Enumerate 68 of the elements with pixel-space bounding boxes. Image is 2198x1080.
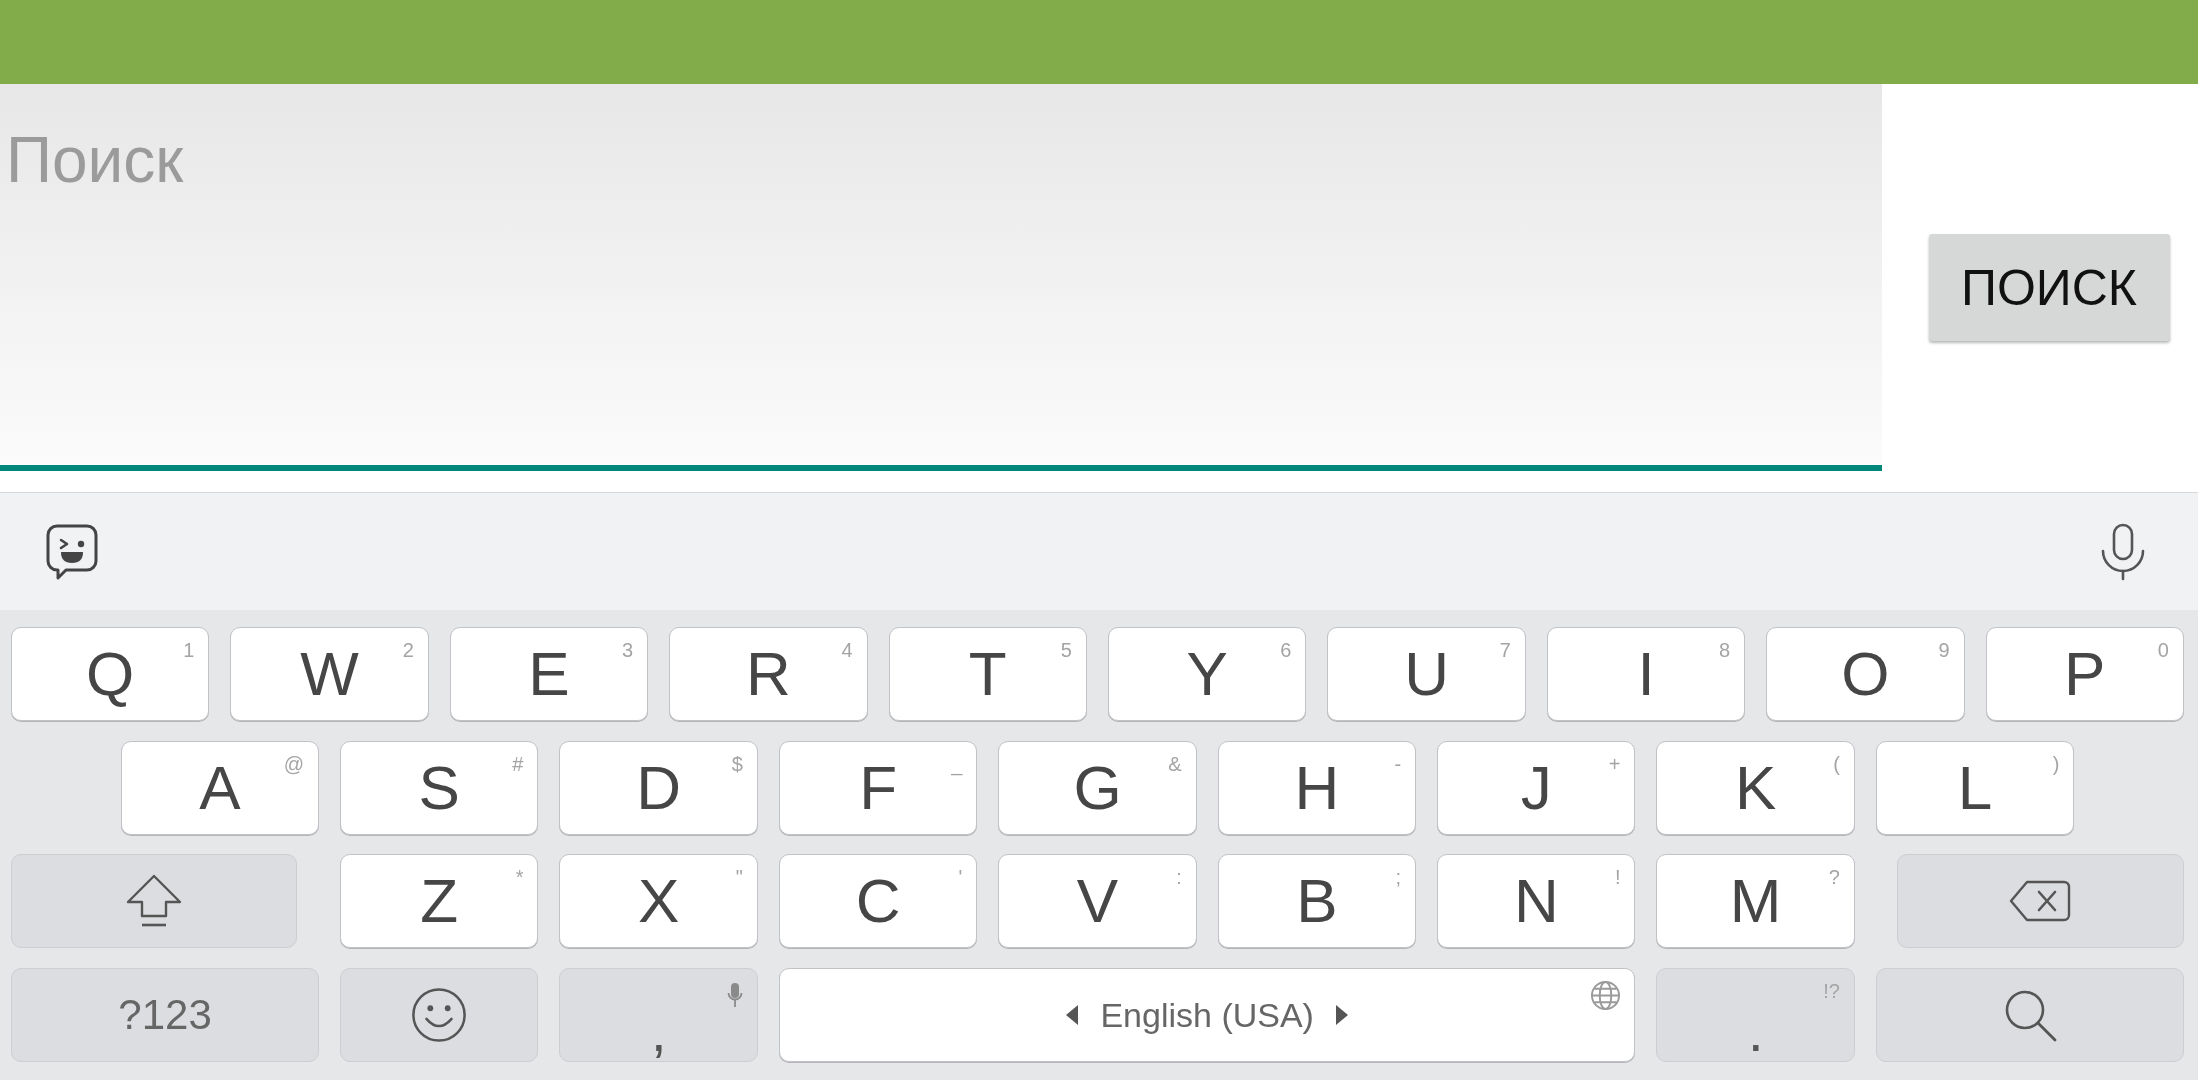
letter-key[interactable]: Z * [340,854,539,948]
key-hint: " [735,867,743,887]
letter-key[interactable]: U 7 [1327,627,1526,721]
key-hint: - [1394,753,1402,774]
letter-key[interactable]: F _ [778,740,978,835]
caret-right-icon [1335,1004,1348,1025]
letter-key[interactable]: D $ [559,740,758,835]
microphone-icon [726,981,743,1008]
key-hint: @ [283,753,305,774]
symbols-key[interactable]: ?123 [11,967,320,1062]
letter-key[interactable]: B ; [1217,854,1417,948]
key-hint: ? [1828,867,1840,887]
key-hint: & [1168,753,1182,774]
key-hint: 2 [402,640,414,660]
letter-key[interactable]: W 2 [230,627,429,721]
key-hint: + [1608,753,1621,774]
letter-key[interactable]: C ' [778,854,978,948]
key-hint: ; [1395,867,1402,887]
globe-icon [1590,979,1622,1011]
letter-key[interactable]: A @ [120,740,320,835]
letter-key[interactable]: G & [998,740,1197,835]
key-hint: # [512,753,524,774]
key-hint: 5 [1060,640,1072,660]
letter-key[interactable]: Q 1 [11,627,210,721]
smiley-icon [411,986,468,1043]
letter-key[interactable]: L ) [1875,740,2075,835]
letter-key[interactable]: E 3 [449,627,649,721]
search-button[interactable]: ПОИСК [1928,234,2170,341]
emoji-key[interactable] [340,967,539,1062]
letter-key[interactable]: J + [1437,740,1636,835]
key-hint: ( [1833,753,1840,774]
key-hint: ' [958,867,963,887]
key-hint: 3 [622,640,634,660]
key-hint: * [515,867,524,887]
key-hint: !? [1823,980,1840,1001]
letter-key[interactable]: R 4 [669,627,868,721]
period-key[interactable]: . !? [1656,967,1855,1062]
key-hint: $ [731,753,743,774]
backspace-icon [2009,880,2072,922]
key-hint: 8 [1719,640,1731,660]
key-hint: 1 [183,640,195,660]
letter-key[interactable]: K ( [1656,740,1855,835]
emoji-bubble-icon[interactable] [46,523,98,580]
key-hint: : [1176,867,1182,887]
key-hint: 7 [1499,640,1511,660]
letter-key[interactable]: O 9 [1766,627,1965,721]
key-hint: _ [951,753,963,774]
letter-key[interactable]: T 5 [888,627,1087,721]
key-hint: 6 [1280,640,1292,660]
letter-key[interactable]: N ! [1437,854,1636,948]
letter-key[interactable]: P 0 [1985,627,2184,721]
letter-key[interactable]: I 8 [1546,627,1746,721]
key-hint: 9 [1938,640,1950,660]
letter-key[interactable]: S # [340,740,539,835]
key-hint: 0 [2157,640,2169,660]
space-key[interactable]: English (USA) [778,967,1636,1062]
letter-key[interactable]: M ? [1656,854,1855,948]
microphone-icon[interactable] [2100,522,2146,581]
letter-key[interactable]: Y 6 [1108,627,1307,721]
key-hint: ) [2052,753,2060,774]
search-field[interactable]: Поиск [0,84,1882,471]
caret-left-icon [1066,1004,1079,1025]
key-hint: 4 [841,640,853,660]
key-hint: ! [1614,867,1621,887]
comma-key[interactable]: , [559,967,758,1062]
letter-key[interactable]: H - [1217,740,1417,835]
letter-key[interactable]: V : [998,854,1197,948]
letter-key[interactable]: X " [559,854,758,948]
